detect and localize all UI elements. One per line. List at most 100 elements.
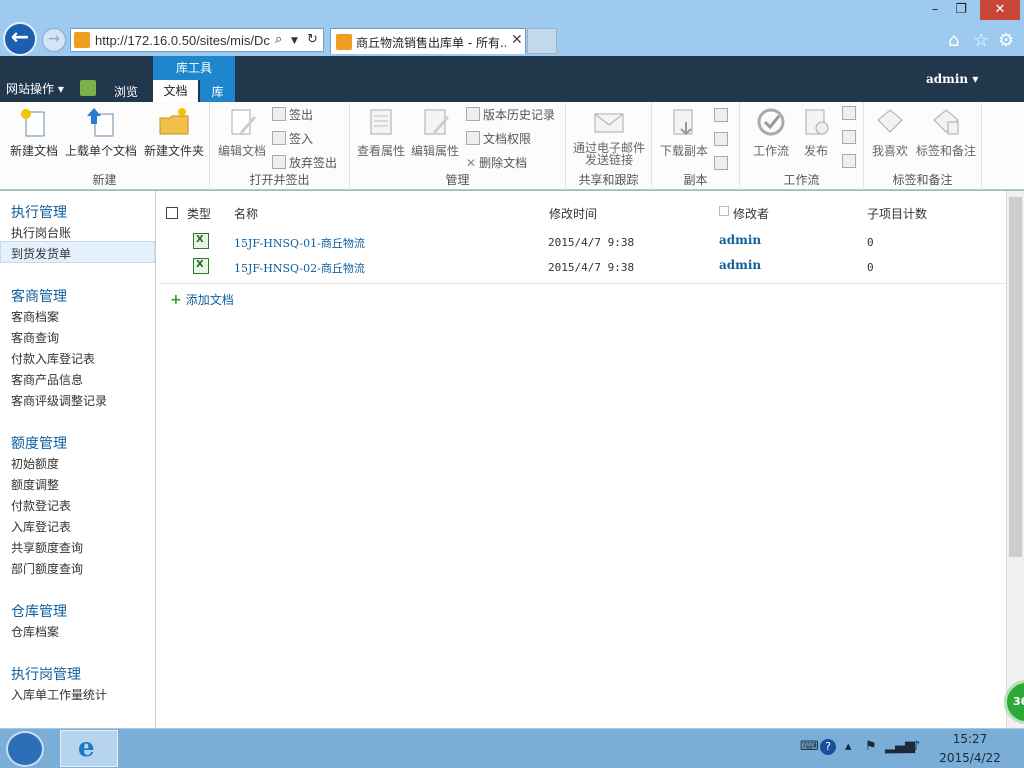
taskbar-ie-button[interactable]: e [60, 730, 118, 767]
edit-properties-icon [424, 109, 449, 135]
maximize-button[interactable]: ❐ [946, 0, 976, 20]
tags-notes-button[interactable]: 标签和备注 [914, 106, 978, 159]
volume-icon[interactable]: ♪ [912, 739, 920, 754]
ribbon-group-manage: 查看属性 编辑属性 版本历史记录 文档权限 ✕ 删除文档 管理 [350, 102, 566, 190]
go-to-source-icon[interactable] [714, 156, 728, 170]
clock-time[interactable]: 15:27 [940, 732, 1000, 746]
new-folder-button[interactable]: 新建文件夹 [142, 106, 206, 159]
column-type[interactable]: 类型 [187, 205, 211, 222]
nav-heading-execution[interactable]: 执行管理 [11, 202, 67, 222]
nav-item-delivery-notes[interactable]: 到货发货单 [11, 245, 71, 262]
reject-icon[interactable] [842, 130, 856, 144]
edit-document-button[interactable]: 编辑文档 [214, 106, 270, 159]
nav-item-warehouse-files[interactable]: 仓库档案 [11, 623, 59, 640]
nav-item-dept-credit[interactable]: 部门额度查询 [11, 560, 83, 577]
new-tab-button[interactable] [527, 28, 557, 54]
email-link-button[interactable]: 通过电子邮件 发送链接 [570, 106, 648, 166]
browser-tab[interactable]: 商丘物流销售出库单 - 所有... ✕ [330, 28, 526, 54]
nav-item-inbound-log[interactable]: 入库登记表 [11, 518, 71, 535]
approve-icon[interactable] [842, 106, 856, 120]
nav-item-rating-adjustments[interactable]: 客商评级调整记录 [11, 392, 107, 409]
search-icon[interactable]: ⌕ [275, 32, 282, 47]
chevron-up-icon[interactable]: ▴ [845, 739, 852, 754]
nav-item-execution-ledger[interactable]: 执行岗台账 [11, 224, 71, 241]
nav-item-merchant-products[interactable]: 客商产品信息 [11, 371, 83, 388]
nav-heading-exec-post[interactable]: 执行岗管理 [11, 664, 81, 684]
ribbon-group-workflow: 工作流 发布 工作流 [740, 102, 864, 190]
version-history-button[interactable]: 版本历史记录 [466, 106, 555, 123]
nav-heading-credit[interactable]: 额度管理 [11, 433, 67, 453]
address-bar[interactable]: http://172.16.0.50/sites/mis/Dc ⌕ ▼ ↻ [70, 28, 324, 52]
nav-item-workload-stats[interactable]: 入库单工作量统计 [11, 686, 107, 703]
check-out-button[interactable]: 签出 [272, 106, 313, 123]
site-actions-menu[interactable]: 网站操作 ▾ [6, 80, 64, 97]
modified-by-link[interactable]: admin [719, 233, 761, 247]
star-icon[interactable]: ☆ [973, 30, 989, 51]
like-button[interactable]: 我喜欢 [868, 106, 912, 159]
unpublish-icon[interactable] [842, 154, 856, 168]
back-button[interactable]: ← [3, 22, 37, 56]
user-menu[interactable]: admin ▾ [926, 72, 978, 86]
discard-check-out-button[interactable]: 放弃签出 [272, 154, 337, 171]
delete-document-button[interactable]: ✕ 删除文档 [466, 154, 527, 171]
upload-document-button[interactable]: 上载单个文档 [62, 106, 140, 159]
nav-item-payment-log[interactable]: 付款登记表 [11, 497, 71, 514]
keyboard-icon[interactable]: ⌨ [800, 739, 819, 754]
thumbs-up-icon [877, 109, 903, 133]
column-name[interactable]: 名称 [234, 205, 258, 222]
library-tools-label: 库工具 [153, 56, 235, 80]
publish-button[interactable]: 发布 [798, 106, 834, 159]
document-link[interactable]: 15JF-HNSQ-01-商丘物流 [234, 235, 365, 251]
nav-item-payment-register[interactable]: 付款入库登记表 [11, 350, 95, 367]
gear-icon[interactable]: ⚙ [998, 30, 1014, 51]
document-permissions-button[interactable]: 文档权限 [466, 130, 531, 147]
clock-date[interactable]: 2015/4/22 [934, 751, 1006, 765]
help-icon[interactable]: ? [820, 739, 836, 755]
column-child-count[interactable]: 子项目计数 [867, 205, 927, 222]
network-icon[interactable]: ▂▄▆ [885, 739, 915, 754]
check-in-button[interactable]: 签入 [272, 130, 313, 147]
tab-documents[interactable]: 文档 [153, 80, 198, 102]
document-link[interactable]: 15JF-HNSQ-02-商丘物流 [234, 260, 365, 276]
forward-button[interactable]: → [42, 28, 66, 52]
scroll-thumb[interactable] [1009, 197, 1022, 557]
tab-library[interactable]: 库 [200, 80, 235, 102]
tab-title: 商丘物流销售出库单 - 所有... [356, 36, 506, 50]
modified-by-link[interactable]: admin [719, 258, 761, 272]
workflows-button[interactable]: 工作流 [746, 106, 796, 159]
nav-heading-merchants[interactable]: 客商管理 [11, 286, 67, 306]
nav-heading-warehouse[interactable]: 仓库管理 [11, 601, 67, 621]
close-window-button[interactable]: ✕ [980, 0, 1020, 20]
address-text[interactable]: http://172.16.0.50/sites/mis/Dc [95, 33, 271, 48]
nav-item-merchant-query[interactable]: 客商查询 [11, 329, 59, 346]
refresh-icon[interactable]: ↻ [307, 32, 318, 47]
tab-browse[interactable]: 浏览 [114, 83, 138, 100]
send-to-icon[interactable] [714, 108, 728, 122]
upload-document-label: 上载单个文档 [64, 144, 137, 158]
document-list: 类型 名称 修改时间 修改者 子项目计数 15JF-HNSQ-01-商丘物流 2… [160, 191, 1006, 729]
modified-by-checkbox[interactable] [719, 206, 729, 216]
download-copy-button[interactable]: 下载副本 [656, 106, 712, 159]
flag-icon[interactable]: ⚑ [865, 739, 877, 754]
check-out-label: 签出 [289, 108, 314, 122]
tab-favicon-icon [336, 34, 352, 50]
home-icon[interactable]: ⌂ [948, 30, 959, 51]
edit-properties-button[interactable]: 编辑属性 [408, 106, 462, 159]
nav-item-initial-credit[interactable]: 初始额度 [11, 455, 59, 472]
view-properties-button[interactable]: 查看属性 [354, 106, 408, 159]
new-folder-icon [159, 108, 189, 135]
column-modified-by[interactable]: 修改者 [733, 205, 769, 222]
new-document-button[interactable]: 新建文档 [6, 106, 62, 159]
tab-close-button[interactable]: ✕ [511, 32, 523, 48]
manage-copies-icon[interactable] [714, 132, 728, 146]
dropdown-icon[interactable]: ▼ [291, 36, 298, 46]
nav-item-credit-adjust[interactable]: 额度调整 [11, 476, 59, 493]
navigate-up-icon[interactable] [80, 80, 96, 96]
vertical-scrollbar[interactable] [1006, 191, 1024, 729]
nav-item-merchant-files[interactable]: 客商档案 [11, 308, 59, 325]
nav-item-shared-credit[interactable]: 共享额度查询 [11, 539, 83, 556]
start-button[interactable] [6, 731, 44, 767]
select-all-checkbox[interactable] [166, 207, 178, 219]
add-document-link[interactable]: + 添加文档 [170, 291, 234, 308]
column-modified[interactable]: 修改时间 [549, 205, 597, 222]
